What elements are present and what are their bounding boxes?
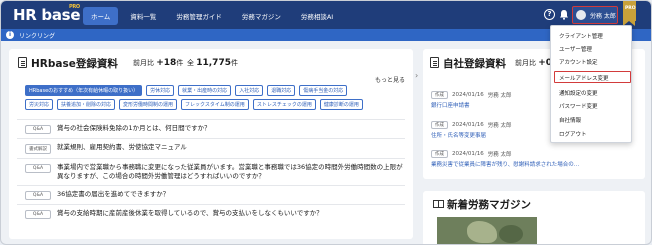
item-badge: 作成: [431, 91, 448, 99]
item-date: 2024/01/16: [452, 151, 484, 157]
nav-labor-ai[interactable]: 労務相談AI: [293, 7, 341, 25]
tag-stress-check[interactable]: ストレスチェックの運用: [252, 99, 316, 110]
tag-leave[interactable]: 労休対応: [146, 85, 175, 96]
document-list: Q&A 賞与の社会保険料免除の1か月とは、何日間ですか？ 書式解説 就業規則、雇…: [17, 119, 405, 223]
thumbnail-foliage: [467, 221, 497, 243]
list-item[interactable]: Q&A 賞与の支給時期に産前産後休業を取得しているので、賞与の支払いをしなくもい…: [17, 204, 405, 223]
tag-sickness-benefit[interactable]: 傷病手当金の対応: [299, 85, 348, 96]
tag-flextime[interactable]: フレックスタイム制の運用: [181, 99, 249, 110]
item-title[interactable]: 36協定書の届出を進めてできますか？: [57, 190, 169, 199]
document-icon: [18, 57, 27, 68]
tag-row: 労災対応 扶養追加・削除の対応 変形労働時間制の運用 フレックスタイム制の運用 …: [25, 99, 409, 110]
tag-filters: HRbaseのおすすめ（年次有給休暇の取り扱い） 労休対応 就業・出産時の対応 …: [25, 85, 409, 113]
item-badge: 作成: [431, 121, 448, 129]
menu-item-user-management[interactable]: ユーザー管理: [559, 45, 592, 53]
item-badge: Q&A: [25, 125, 51, 134]
account-dropdown-menu: クライアント管理 ユーザー管理 アカウント設定 メールアドレス変更 通知設定の変…: [550, 25, 632, 143]
magazine-panel: 新着労務マガジン: [423, 191, 645, 244]
main-nav: ホーム 資料一覧 労務管理ガイド 労務マガジン 労務相談AI: [83, 7, 341, 25]
tag-recommended[interactable]: HRbaseのおすすめ（年次有給休暇の取り扱い）: [25, 85, 143, 96]
nav-labor-magazine[interactable]: 労務マガジン: [234, 7, 289, 25]
help-icon[interactable]: ?: [544, 9, 555, 20]
panel-title: 新着労務マガジン: [447, 199, 531, 211]
menu-item-notification-settings[interactable]: 通知設定の変更: [559, 89, 598, 97]
total-value: 11,775: [196, 58, 231, 68]
item-badge: 作成: [431, 150, 448, 158]
item-badge: Q&A: [25, 210, 51, 219]
list-item[interactable]: 書式解説 就業規則、雇用契約書、労使協定マニュアル: [17, 138, 405, 158]
see-more-link[interactable]: もっと見る: [375, 75, 405, 84]
list-item[interactable]: Q&A 36協定書の届出を進めてできますか？: [17, 185, 405, 204]
monthly-change: 前月比 +18件: [133, 58, 183, 68]
link-ring-link[interactable]: リンクリング: [19, 31, 55, 40]
menu-item-logout[interactable]: ログアウト: [559, 130, 587, 138]
item-author: 労務 太郎: [487, 123, 512, 129]
logo-pro-mark: PRO: [69, 4, 80, 10]
monthly-change-label: 前月比: [133, 59, 154, 67]
item-author: 労務 太郎: [487, 93, 512, 99]
chevron-right-icon[interactable]: ›: [415, 71, 418, 80]
app-window: HR base PRO ホーム 資料一覧 労務管理ガイド 労務マガジン 労務相談…: [0, 0, 652, 245]
list-item[interactable]: 作成 2024/01/16 労務 太郎 業務災害で従業員に障害が残り、慰謝料請求…: [431, 150, 641, 168]
avatar: [576, 10, 586, 20]
tag-onboarding[interactable]: 入社対応: [235, 85, 264, 96]
bell-icon[interactable]: [559, 9, 569, 20]
item-title[interactable]: 業務災害で従業員に障害が残り、慰謝料請求された場合の…: [431, 160, 641, 168]
total-label: 全: [187, 59, 194, 67]
user-name: 労務 太郎: [590, 13, 616, 20]
monthly-change-value: +18: [156, 58, 177, 68]
monthly-change: 前月比 +0: [515, 58, 552, 68]
menu-item-change-email[interactable]: メールアドレス変更: [559, 74, 609, 82]
tag-maternity[interactable]: 就業・出産時の対応: [178, 85, 232, 96]
nav-home[interactable]: ホーム: [83, 7, 119, 25]
item-title[interactable]: 賞与の社会保険料免除の1か月とは、何日間ですか？: [57, 124, 211, 133]
info-icon: i: [6, 31, 14, 39]
menu-item-change-password[interactable]: パスワード変更: [559, 102, 598, 110]
tag-health-checkup[interactable]: 健康診断の運用: [319, 99, 363, 110]
total-count: 全 11,775件: [187, 58, 238, 68]
hrbase-documents-panel: HRbase登録資料 前月比 +18件 全 11,775件 もっと見る HRba…: [9, 49, 413, 239]
item-badge: 書式解説: [25, 144, 51, 154]
list-item[interactable]: Q&A 事業場内で営業職から事務職に変更になった従業員がいます。営業職と事務職で…: [17, 158, 405, 185]
tag-row: HRbaseのおすすめ（年次有給休暇の取り扱い） 労休対応 就業・出産時の対応 …: [25, 85, 409, 96]
panel-title: 自社登録資料: [443, 58, 506, 70]
menu-item-account-settings[interactable]: アカウント設定: [559, 58, 598, 66]
book-icon: [433, 200, 444, 208]
tag-retirement[interactable]: 退職対応: [267, 85, 296, 96]
item-badge: Q&A: [25, 164, 51, 173]
total-unit: 件: [230, 59, 238, 67]
item-date: 2024/01/16: [452, 92, 484, 98]
user-menu-button[interactable]: 労務 太郎: [572, 6, 618, 24]
monthly-change-label: 前月比: [515, 59, 536, 67]
item-title[interactable]: 事業場内で営業職から事務職に変更になった従業員がいます。営業職と事務職では36協…: [57, 163, 405, 181]
item-badge: Q&A: [25, 191, 51, 200]
item-title[interactable]: 就業規則、雇用契約書、労使協定マニュアル: [57, 143, 187, 152]
menu-item-company-info[interactable]: 自社情報: [559, 116, 581, 124]
monthly-change-unit: 件: [176, 59, 184, 67]
item-author: 労務 太郎: [487, 152, 512, 158]
list-item[interactable]: Q&A 賞与の社会保険料免除の1か月とは、何日間ですか？: [17, 119, 405, 138]
nav-labor-guide[interactable]: 労務管理ガイド: [168, 7, 230, 25]
document-icon: [430, 57, 439, 68]
tag-variable-hours[interactable]: 変形労働時間制の運用: [119, 99, 178, 110]
tag-dependents[interactable]: 扶養追加・削除の対応: [57, 99, 116, 110]
pro-ribbon: PRO: [623, 1, 636, 26]
magazine-thumbnail[interactable]: [437, 217, 537, 244]
pro-ribbon-label: PRO: [625, 6, 636, 11]
panel-title: HRbase登録資料: [31, 58, 118, 70]
tag-industrial-accident[interactable]: 労災対応: [25, 99, 54, 110]
item-title[interactable]: 賞与の支給時期に産前産後休業を取得しているので、賞与の支払いをしなくもいいですか…: [57, 209, 323, 218]
item-meta: 作成 2024/01/16 労務 太郎: [431, 150, 641, 158]
nav-documents[interactable]: 資料一覧: [122, 7, 164, 25]
hrbase-logo[interactable]: HR base PRO: [13, 4, 80, 24]
item-date: 2024/01/16: [452, 122, 484, 128]
thumbnail-foliage: [499, 225, 523, 243]
menu-item-client-management[interactable]: クライアント管理: [559, 32, 603, 40]
